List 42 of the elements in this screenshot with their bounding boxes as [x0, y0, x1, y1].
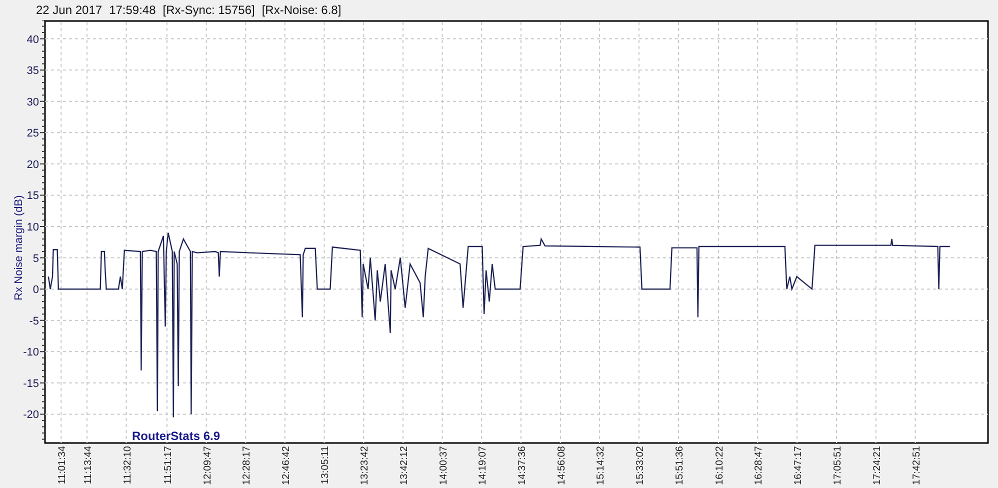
x-tick-label: 15:33:02: [634, 446, 646, 485]
x-tick-label: 14:37:36: [516, 446, 528, 485]
x-tick-label: 11:13:44: [83, 446, 94, 484]
x-tick-label: 14:56:08: [556, 446, 568, 485]
x-tick-label: 13:42:12: [399, 446, 410, 485]
x-tick-label: 11:01:34: [57, 446, 68, 484]
y-tick-label: -10: [23, 346, 39, 359]
y-tick-label: -5: [29, 315, 39, 328]
y-tick-label: 35: [26, 65, 39, 78]
x-tick-label: 17:42:51: [911, 446, 922, 485]
x-tick-label: 11:51:17: [162, 446, 174, 484]
x-tick-label: 16:10:22: [714, 446, 726, 485]
y-tick-label: 20: [26, 158, 39, 171]
y-tick-label: 15: [26, 190, 39, 202]
x-tick-label: 14:00:37: [438, 446, 450, 485]
x-tick-label: 13:05:11: [320, 446, 332, 484]
x-tick-label: 16:28:47: [754, 446, 765, 485]
x-tick-label: 12:28:17: [242, 446, 253, 485]
y-tick-label: 40: [26, 34, 39, 46]
y-tick-label: -20: [23, 409, 39, 422]
x-tick-label: 15:14:32: [596, 446, 607, 485]
x-tick-label: 14:19:07: [478, 446, 489, 485]
x-tick-label: 17:05:51: [832, 446, 844, 485]
y-tick-label: 5: [32, 252, 39, 265]
header-text: [Rx-Sync: 15756]: [162, 3, 255, 17]
y-axis-title: Rx Noise margin (dB): [13, 195, 25, 300]
y-tick-label: 25: [26, 128, 39, 140]
header-text: 17:59:48: [109, 3, 156, 17]
header-text: 22 Jun 2017: [36, 3, 102, 17]
y-tick-label: 10: [26, 222, 39, 234]
y-tick-label: 30: [26, 96, 39, 108]
x-tick-label: 17:24:21: [872, 446, 883, 485]
x-tick-label: 12:09:47: [202, 446, 214, 485]
x-tick-label: 13:23:42: [360, 446, 371, 485]
y-tick-label: -15: [23, 378, 39, 390]
y-tick-label: 0: [32, 284, 39, 296]
x-tick-label: 15:51:36: [674, 446, 686, 485]
app-label: RouterStats 6.9: [132, 429, 220, 443]
header-text: [Rx-Noise: 6.8]: [262, 3, 342, 17]
x-tick-label: 12:46:42: [280, 446, 292, 485]
x-tick-label: 16:47:17: [793, 446, 804, 485]
x-tick-label: 11:32:10: [122, 446, 134, 484]
